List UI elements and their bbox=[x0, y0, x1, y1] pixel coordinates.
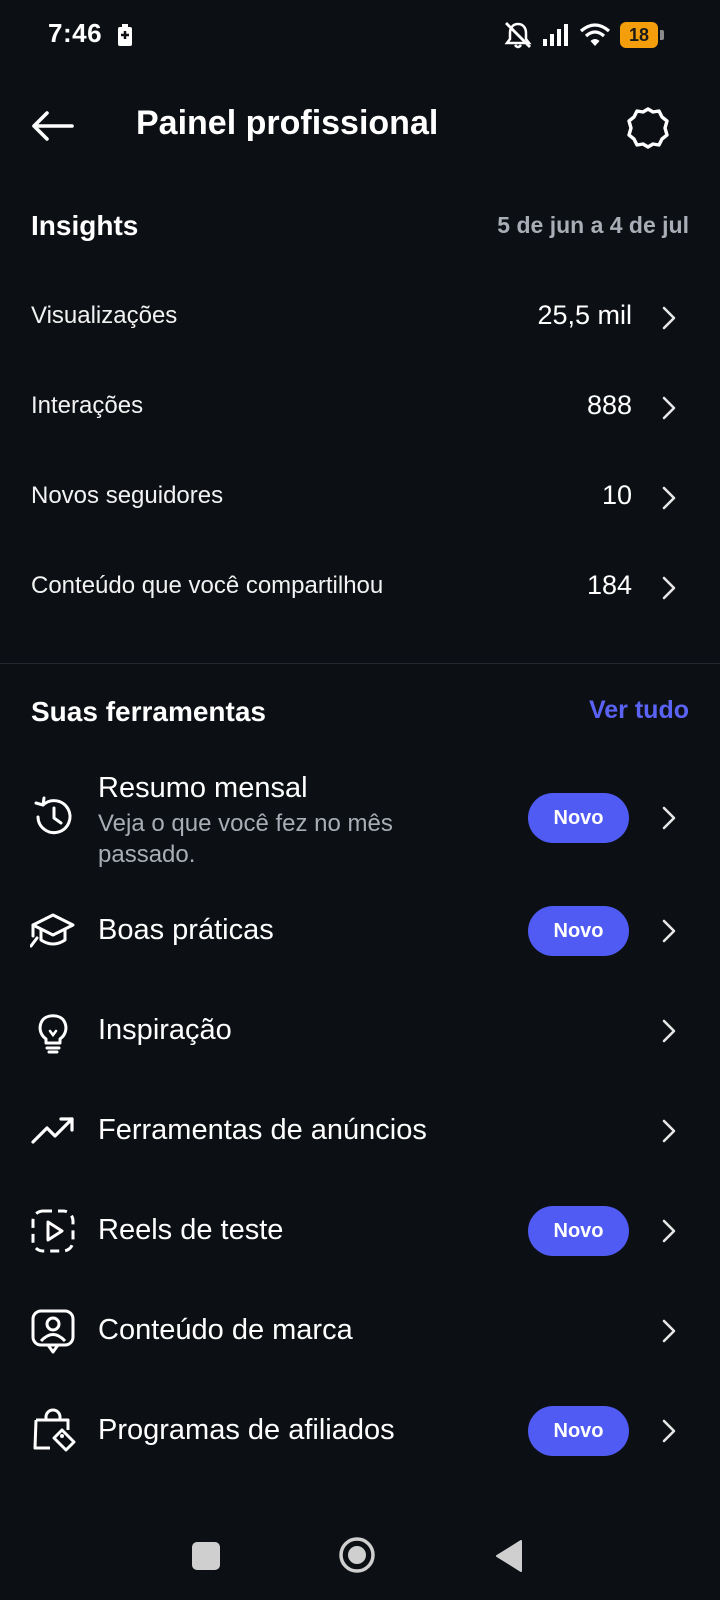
page-title: Painel profissional bbox=[136, 104, 439, 142]
tool-label: Inspiração bbox=[98, 1014, 232, 1046]
status-bar: 7:46 18 bbox=[0, 0, 720, 72]
battery-charging-icon bbox=[118, 24, 132, 46]
insights-title: Insights bbox=[31, 210, 139, 241]
mute-icon bbox=[504, 22, 532, 49]
tool-label: Resumo mensal bbox=[98, 772, 308, 804]
lightbulb-icon bbox=[38, 1014, 68, 1054]
metric-label: Interações bbox=[31, 392, 144, 419]
battery-icon: 18 bbox=[620, 22, 664, 48]
new-badge: Novo bbox=[528, 906, 629, 956]
status-time: 7:46 bbox=[48, 18, 103, 48]
metric-label: Visualizações bbox=[31, 302, 178, 329]
metric-row-shared-content[interactable]: Conteúdo que você compartilhou 184 bbox=[0, 552, 720, 622]
chevron-right-icon bbox=[662, 1219, 676, 1243]
chevron-right-icon bbox=[662, 1019, 676, 1043]
chevron-right-icon bbox=[662, 806, 676, 830]
battery-level: 18 bbox=[628, 24, 650, 45]
nav-back-button[interactable] bbox=[494, 1539, 524, 1573]
graduation-cap-icon bbox=[30, 913, 75, 948]
metric-value: 10 bbox=[601, 480, 632, 510]
chevron-right-icon bbox=[662, 396, 676, 420]
section-divider bbox=[0, 663, 720, 664]
new-badge: Novo bbox=[528, 1406, 629, 1456]
chevron-right-icon bbox=[662, 576, 676, 600]
signal-icon bbox=[543, 24, 568, 46]
reels-test-icon bbox=[31, 1209, 75, 1253]
new-badge: Novo bbox=[528, 1206, 629, 1256]
tool-item-affiliate-programs[interactable]: Programas de afiliados Novo bbox=[0, 1394, 720, 1470]
metric-value: 888 bbox=[586, 390, 632, 420]
see-all-link[interactable]: Ver tudo bbox=[589, 696, 689, 725]
branded-content-icon bbox=[31, 1309, 75, 1354]
chevron-right-icon bbox=[662, 1119, 676, 1143]
settings-button[interactable] bbox=[622, 102, 674, 154]
tool-item-ad-tools[interactable]: Ferramentas de anúncios bbox=[0, 1094, 720, 1170]
new-badge: Novo bbox=[528, 793, 629, 843]
tool-item-test-reels[interactable]: Reels de teste Novo bbox=[0, 1194, 720, 1270]
trending-up-icon bbox=[31, 1117, 74, 1144]
chevron-right-icon bbox=[662, 1419, 676, 1443]
tool-label: Boas práticas bbox=[98, 914, 274, 946]
tool-item-branded-content[interactable]: Conteúdo de marca bbox=[0, 1294, 720, 1370]
shopping-bag-tag-icon bbox=[33, 1408, 76, 1452]
arrow-left-icon bbox=[32, 111, 74, 141]
tool-label: Programas de afiliados bbox=[98, 1414, 395, 1446]
chevron-right-icon bbox=[662, 919, 676, 943]
wifi-icon bbox=[579, 23, 611, 46]
tool-subtitle: Veja o que você fez no mês passado. bbox=[98, 810, 393, 868]
metric-label: Novos seguidores bbox=[31, 482, 224, 509]
tool-item-monthly-summary[interactable]: Resumo mensal Veja o que você fez no mês… bbox=[0, 768, 720, 876]
home-button[interactable] bbox=[338, 1536, 376, 1574]
header: Painel profissional bbox=[0, 90, 720, 160]
system-nav-bar bbox=[0, 1520, 720, 1592]
chevron-right-icon bbox=[662, 306, 676, 330]
recents-button[interactable] bbox=[192, 1542, 220, 1570]
metric-row-interactions[interactable]: Interações 888 bbox=[0, 372, 720, 442]
date-range[interactable]: 5 de jun a 4 de jul bbox=[497, 212, 689, 239]
metric-label: Conteúdo que você compartilhou bbox=[31, 572, 384, 599]
metric-row-new-followers[interactable]: Novos seguidores 10 bbox=[0, 462, 720, 532]
back-button[interactable] bbox=[26, 102, 78, 150]
gear-icon bbox=[627, 107, 669, 149]
chevron-right-icon bbox=[662, 1319, 676, 1343]
tool-label: Ferramentas de anúncios bbox=[98, 1114, 427, 1146]
tool-item-best-practices[interactable]: Boas práticas Novo bbox=[0, 894, 720, 970]
metric-value: 25,5 mil bbox=[537, 300, 632, 330]
tools-title: Suas ferramentas bbox=[31, 696, 267, 727]
chevron-right-icon bbox=[662, 486, 676, 510]
metric-value: 184 bbox=[586, 570, 632, 600]
tool-label: Conteúdo de marca bbox=[98, 1314, 353, 1346]
tool-item-inspiration[interactable]: Inspiração bbox=[0, 994, 720, 1070]
history-icon bbox=[34, 796, 72, 835]
tool-label: Reels de teste bbox=[98, 1214, 284, 1246]
status-icons: 18 bbox=[503, 20, 664, 50]
metric-row-views[interactable]: Visualizações 25,5 mil bbox=[0, 282, 720, 352]
